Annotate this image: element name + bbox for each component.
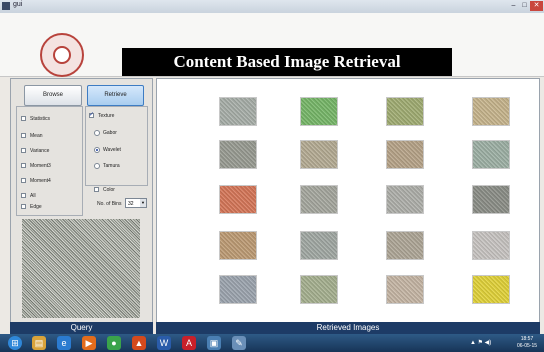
close-button[interactable]: ✕ xyxy=(530,1,543,11)
chrome-icon[interactable]: ● xyxy=(107,336,121,350)
checkbox-box[interactable] xyxy=(21,133,26,138)
query-image xyxy=(22,219,140,318)
query-panel: Browse Retrieve Statistics Mean Variance Mo… xyxy=(10,78,153,323)
result-thumbnail[interactable] xyxy=(219,185,257,214)
window-title: gui xyxy=(13,1,23,8)
system-tray[interactable]: ▲ ⚑ ◀) xyxy=(470,337,510,349)
result-thumbnail[interactable] xyxy=(386,140,424,169)
bins-label: No. of Bins xyxy=(97,201,122,207)
tool-icon[interactable]: ✎ xyxy=(232,336,246,350)
checkbox-label: Moment4 xyxy=(30,178,51,184)
result-thumbnail[interactable] xyxy=(472,140,510,169)
media-player-icon[interactable]: ▶ xyxy=(82,336,96,350)
radio-label: Wavelet xyxy=(103,147,121,153)
result-thumbnail[interactable] xyxy=(300,140,338,169)
checkbox-label: Mean xyxy=(30,133,43,139)
checkbox-box[interactable] xyxy=(21,193,26,198)
result-thumbnail[interactable] xyxy=(219,231,257,260)
result-thumbnail[interactable] xyxy=(219,140,257,169)
result-thumbnail[interactable] xyxy=(472,97,510,126)
checkbox-box[interactable] xyxy=(21,116,26,121)
radio-circle[interactable] xyxy=(94,163,100,169)
result-thumbnail[interactable] xyxy=(386,97,424,126)
bins-select[interactable]: 32 ▼ xyxy=(125,198,147,208)
app-header: Content Based Image Retrieval xyxy=(0,13,544,77)
result-thumbnail[interactable] xyxy=(472,231,510,260)
windows-start-icon[interactable]: ⊞ xyxy=(8,336,22,350)
explorer-icon[interactable]: ▤ xyxy=(32,336,46,350)
browse-button[interactable]: Browse xyxy=(24,85,82,106)
clock[interactable]: 18:57 06-05-15 xyxy=(512,336,542,350)
chevron-down-icon[interactable]: ▼ xyxy=(140,199,146,207)
taskbar: ⊞ ▤ e ▶ ● ▲ W A ▣ ✎ ▲ ⚑ ◀) 18:57 06-05-15 xyxy=(0,334,544,352)
window-titlebar[interactable]: gui – □ ✕ xyxy=(0,0,544,14)
ie-icon[interactable]: e xyxy=(57,336,71,350)
radio-label: Tamura xyxy=(103,163,120,169)
bins-value: 32 xyxy=(128,201,134,207)
checkbox-label: All xyxy=(30,193,36,199)
paint-icon[interactable]: ▣ xyxy=(207,336,221,350)
result-thumbnail[interactable] xyxy=(472,185,510,214)
word-icon[interactable]: W xyxy=(157,336,171,350)
checkbox-label: Variance xyxy=(30,148,50,154)
color-checkbox-box[interactable] xyxy=(94,187,99,192)
app-icon xyxy=(2,2,10,10)
checkbox-box[interactable] xyxy=(21,163,26,168)
result-thumbnail[interactable] xyxy=(300,185,338,214)
matlab-icon[interactable]: ▲ xyxy=(132,336,146,350)
maximize-button[interactable]: □ xyxy=(519,1,530,11)
institute-seal-icon xyxy=(40,33,84,77)
result-thumbnail[interactable] xyxy=(300,97,338,126)
texture-checkbox-box[interactable] xyxy=(89,111,94,119)
checkbox-label: Moment3 xyxy=(30,163,51,169)
result-thumbnail[interactable] xyxy=(386,185,424,214)
query-caption: Query xyxy=(10,322,153,334)
acrobat-icon[interactable]: A xyxy=(182,336,196,350)
edge-checkbox-box[interactable] xyxy=(21,204,26,209)
result-thumbnail[interactable] xyxy=(219,97,257,126)
radio-circle[interactable] xyxy=(94,130,100,136)
result-thumbnail[interactable] xyxy=(300,275,338,304)
results-panel xyxy=(156,78,540,323)
result-thumbnail[interactable] xyxy=(472,275,510,304)
retrieve-button[interactable]: Retrieve xyxy=(87,85,144,106)
result-thumbnail[interactable] xyxy=(386,275,424,304)
result-thumbnail[interactable] xyxy=(300,231,338,260)
minimize-button[interactable]: – xyxy=(508,1,519,11)
checkbox-box[interactable] xyxy=(21,178,26,183)
radio-circle[interactable] xyxy=(94,147,100,153)
results-caption: Retrieved Images xyxy=(156,322,540,334)
radio-label: Gabor xyxy=(103,130,117,136)
page-title: Content Based Image Retrieval xyxy=(122,48,452,76)
result-thumbnail[interactable] xyxy=(386,231,424,260)
checkbox-box[interactable] xyxy=(21,148,26,153)
checkbox-label: Statistics xyxy=(30,116,51,122)
result-thumbnail[interactable] xyxy=(219,275,257,304)
